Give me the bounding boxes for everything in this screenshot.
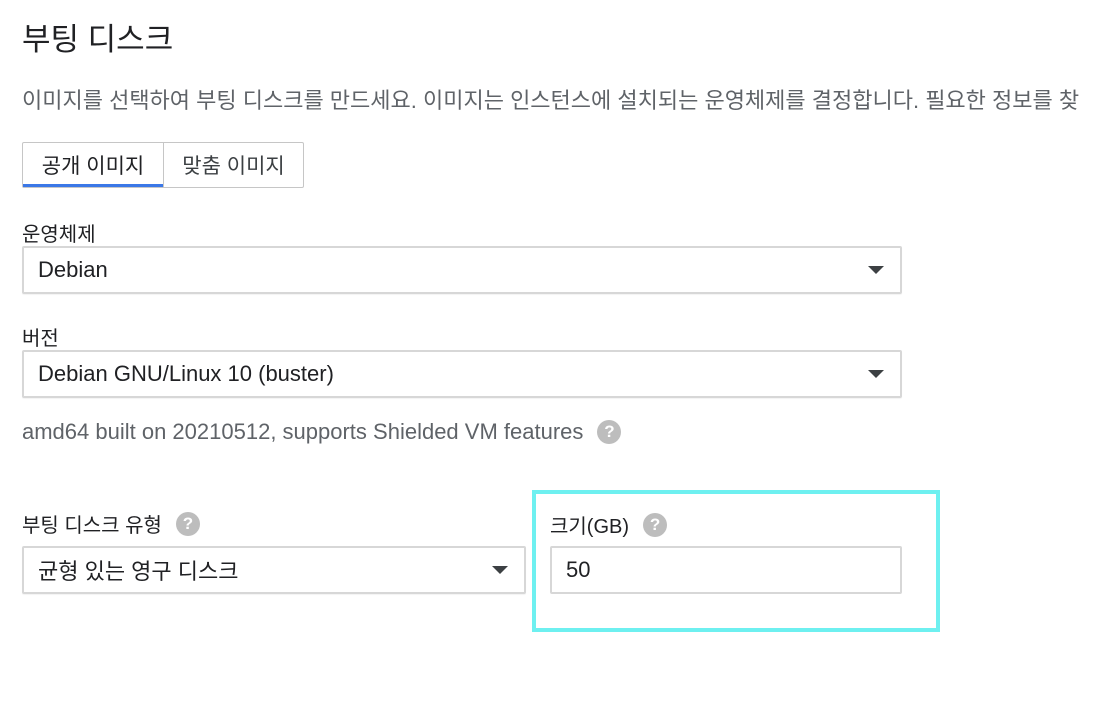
os-select[interactable]: Debian xyxy=(22,246,902,294)
version-label: 버전 xyxy=(22,328,59,350)
version-select[interactable]: Debian GNU/Linux 10 (buster) xyxy=(22,350,902,398)
version-note-text: amd64 built on 20210512, supports Shield… xyxy=(22,419,584,444)
disk-type-label-text: 부팅 디스크 유형 xyxy=(22,515,162,537)
disk-type-select-value: 균형 있는 영구 디스크 xyxy=(38,559,239,584)
help-icon[interactable]: ? xyxy=(643,512,668,537)
version-note: amd64 built on 20210512, supports Shield… xyxy=(22,419,622,445)
disk-type-label: 부팅 디스크 유형 ? xyxy=(22,509,200,538)
os-label: 운영체제 xyxy=(22,224,96,246)
image-source-tabs: 공개 이미지 맞춤 이미지 xyxy=(22,142,304,188)
disk-size-input[interactable] xyxy=(550,546,902,594)
tab-public-images[interactable]: 공개 이미지 xyxy=(23,143,163,187)
help-icon[interactable]: ? xyxy=(597,420,622,444)
page-title: 부팅 디스크 xyxy=(22,22,174,57)
help-icon[interactable]: ? xyxy=(175,511,200,536)
dropdown-arrow-icon xyxy=(868,266,884,274)
disk-type-select[interactable]: 균형 있는 영구 디스크 xyxy=(22,546,526,594)
disk-size-label: 크기(GB) ? xyxy=(550,510,668,539)
disk-size-label-text: 크기(GB) xyxy=(550,516,630,538)
dropdown-arrow-icon xyxy=(868,370,884,378)
tab-custom-images[interactable]: 맞춤 이미지 xyxy=(163,143,303,187)
version-select-value: Debian GNU/Linux 10 (buster) xyxy=(38,361,334,386)
dropdown-arrow-icon xyxy=(492,566,508,574)
page-description: 이미지를 선택하여 부팅 디스크를 만드세요. 이미지는 인스턴스에 설치되는 … xyxy=(22,88,1080,113)
os-select-value: Debian xyxy=(38,257,108,282)
